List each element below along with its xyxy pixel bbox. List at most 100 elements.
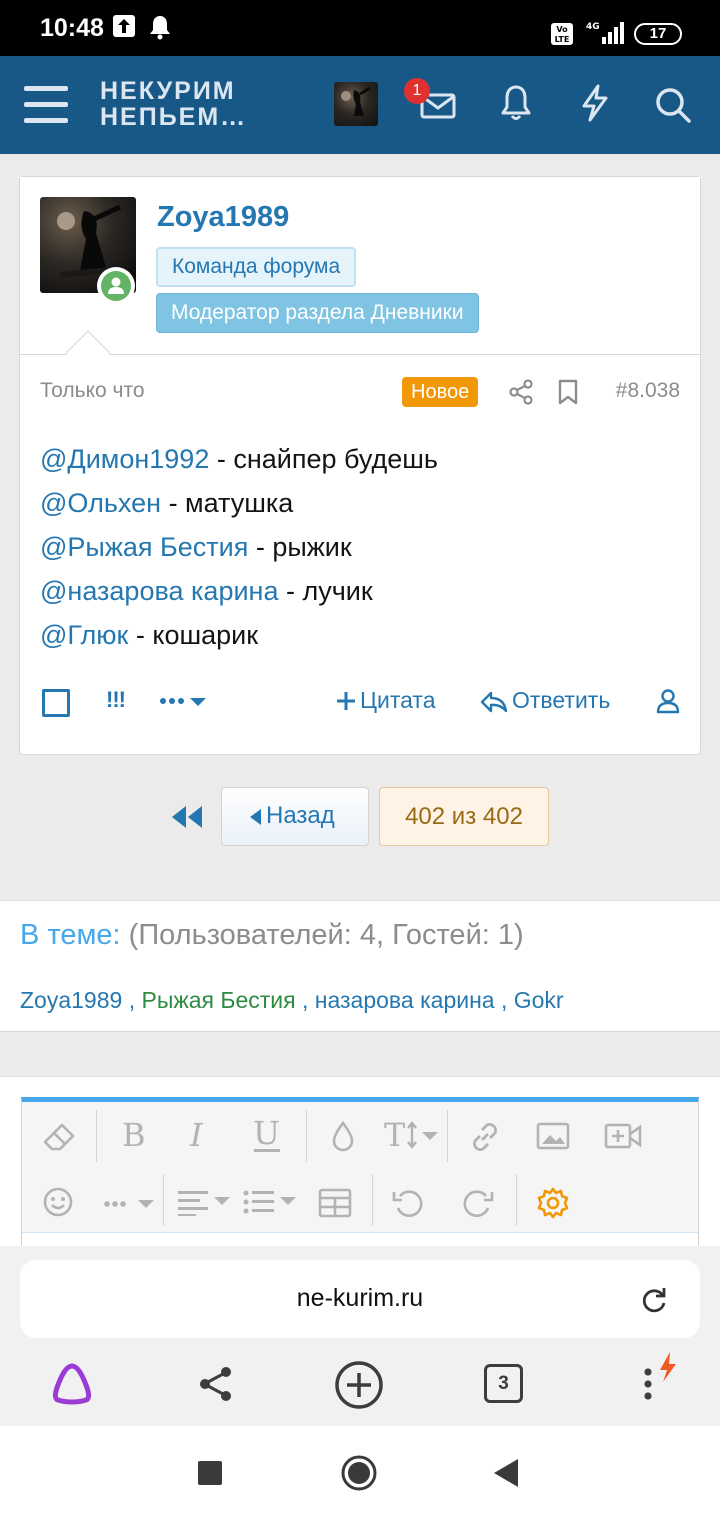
user-avatar[interactable] [334, 82, 378, 126]
image-icon[interactable] [536, 1122, 570, 1154]
post-author-name[interactable]: Zoya1989 [157, 201, 289, 234]
svg-text:Vo: Vo [556, 25, 568, 34]
message-line: @назарова карина - лучик [40, 576, 373, 606]
alerts-bell-icon[interactable] [500, 84, 532, 126]
logo-line-1: НЕКУРИМ [100, 77, 236, 105]
more-formatting-icon[interactable] [104, 1196, 156, 1215]
post-card: Zoya1989 Команда форума Модератор раздел… [19, 176, 701, 755]
svg-text:T: T [384, 1118, 406, 1152]
share-page-icon[interactable] [196, 1364, 236, 1408]
video-icon[interactable] [604, 1122, 642, 1154]
post-number[interactable]: #8.038 [616, 379, 680, 403]
svg-text:4G: 4G [586, 22, 600, 32]
viewers-counts: (Пользователей: 4, Гостей: 1) [120, 919, 524, 951]
thread-viewers-title: В теме: (Пользователей: 4, Гостей: 1) [20, 919, 524, 952]
alice-assistant-icon[interactable] [48, 1360, 96, 1412]
chevron-left-icon [250, 809, 261, 825]
bold-icon[interactable]: B [120, 1116, 148, 1156]
whats-new-lightning-icon[interactable] [578, 84, 612, 126]
back-triangle-icon[interactable] [494, 1459, 518, 1491]
link-icon[interactable] [468, 1120, 502, 1158]
upload-icon [112, 14, 136, 42]
post-user-block: Zoya1989 Команда форума Модератор раздел… [20, 177, 700, 355]
menu-icon[interactable] [24, 86, 68, 128]
quote-plus-icon[interactable] [336, 691, 356, 715]
align-icon[interactable] [176, 1188, 232, 1220]
viewer-link[interactable]: Zoya1989 [20, 987, 122, 1013]
user-profile-icon[interactable] [656, 688, 680, 718]
user-online-icon [108, 277, 124, 294]
share-icon[interactable] [508, 379, 534, 409]
pager-current-page[interactable]: 402 из 402 [379, 787, 549, 846]
tabs-counter[interactable]: 3 [484, 1364, 523, 1403]
svg-text:I: I [189, 1118, 204, 1152]
reply-arrow-icon[interactable] [480, 690, 508, 718]
quote-button[interactable]: Цитата [360, 687, 436, 714]
search-icon[interactable] [654, 86, 692, 128]
undo-icon[interactable] [392, 1188, 426, 1224]
pager-back-button[interactable]: Назад [221, 787, 369, 846]
viewer-link[interactable]: Рыжая Бестия [141, 987, 295, 1013]
post-message: @Димон1992 - снайпер будешь @Ольхен - ма… [40, 437, 680, 657]
bookmark-icon[interactable] [557, 379, 579, 409]
signal-4g-icon: 4G [584, 20, 624, 50]
logo-line-2: НЕПЬЕМ… [100, 103, 248, 131]
redo-icon[interactable] [460, 1188, 494, 1224]
mention-link[interactable]: @Рыжая Бестия [40, 532, 248, 562]
message-line: @Рыжая Бестия - рыжик [40, 532, 352, 562]
mention-link[interactable]: @Ольхен [40, 488, 161, 518]
mention-link[interactable]: @назарова карина [40, 576, 278, 606]
volte-icon: Vo LTE [550, 22, 574, 50]
notification-bell-icon [148, 14, 172, 44]
viewer-link[interactable]: назарова карина [315, 987, 495, 1013]
reload-icon[interactable] [640, 1286, 668, 1318]
pager-back-label: Назад [266, 802, 335, 829]
new-tab-plus-icon[interactable] [334, 1360, 384, 1414]
quick-reply-area: B I U T [0, 1076, 720, 1262]
message-line: @Димон1992 - снайпер будешь [40, 444, 438, 474]
svg-text:B: B [122, 1118, 146, 1152]
site-logo[interactable]: НЕКУРИМ НЕПЬЕМ… [100, 78, 247, 130]
viewers-title-label: В теме: [20, 919, 121, 951]
italic-icon[interactable]: I [188, 1116, 212, 1156]
browser-menu-icon[interactable] [640, 1350, 684, 1406]
site-header: НЕКУРИМ НЕПЬЕМ… 1 [0, 56, 720, 154]
table-icon[interactable] [318, 1188, 352, 1222]
mention-link[interactable]: @Димон1992 [40, 444, 209, 474]
more-options-icon[interactable] [160, 693, 208, 713]
reply-button[interactable]: Ответить [512, 687, 610, 714]
browser-toolbar: ne-kurim.ru 3 [0, 1246, 720, 1426]
team-banner: Команда форума [156, 247, 357, 287]
font-size-icon[interactable]: T [384, 1116, 440, 1156]
select-post-checkbox[interactable] [42, 689, 70, 717]
viewer-link[interactable]: Gokr [514, 987, 564, 1013]
address-bar[interactable]: ne-kurim.ru [20, 1260, 700, 1338]
report-button[interactable]: !!! [106, 687, 126, 713]
rich-text-editor: B I U T [21, 1097, 699, 1262]
online-status-indicator [97, 267, 135, 305]
svg-text:U: U [253, 1116, 280, 1152]
list-icon[interactable] [242, 1188, 298, 1220]
status-time: 10:48 [40, 14, 104, 42]
moderator-banner: Модератор раздела Дневники [156, 293, 479, 333]
message-line: @Ольхен - матушка [40, 488, 294, 518]
eraser-icon[interactable] [42, 1122, 76, 1156]
home-circle-icon[interactable] [341, 1455, 377, 1495]
address-url: ne-kurim.ru [296, 1284, 424, 1312]
text-color-drop-icon[interactable] [330, 1120, 356, 1158]
smiley-icon[interactable] [42, 1186, 74, 1222]
thread-viewers-block: В теме: (Пользователей: 4, Гостей: 1) Zo… [0, 900, 720, 1032]
mention-link[interactable]: @Глюк [40, 620, 128, 650]
battery-indicator: 17 [634, 23, 682, 45]
recents-square-icon[interactable] [198, 1461, 222, 1489]
new-badge: Новое [402, 377, 479, 407]
svg-text:LTE: LTE [555, 35, 570, 44]
first-page-icon[interactable] [172, 806, 202, 832]
underline-icon[interactable]: U [252, 1114, 282, 1158]
settings-gear-icon[interactable] [536, 1186, 570, 1224]
post-actions: !!! Цитата Ответить [20, 677, 700, 725]
system-nav-bar [0, 1426, 720, 1520]
status-bar: 10:48 Vo LTE 4G 17 [0, 0, 720, 56]
post-date[interactable]: Только что [40, 379, 145, 403]
message-line: @Глюк - кошарик [40, 620, 259, 650]
